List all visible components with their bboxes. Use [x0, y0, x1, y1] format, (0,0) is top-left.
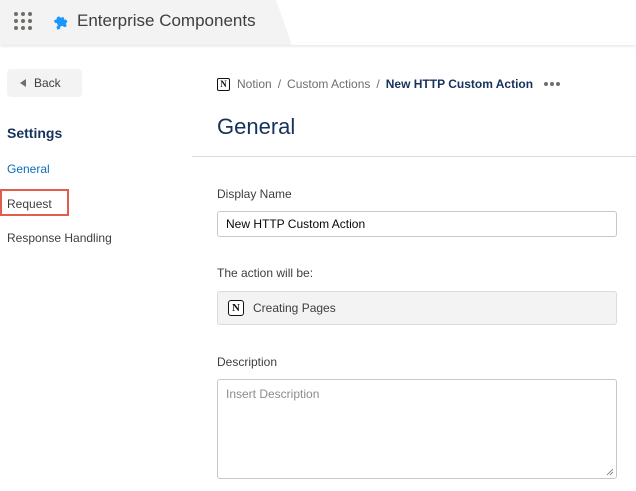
- description-label: Description: [217, 355, 278, 369]
- request-highlight-box: [0, 189, 69, 216]
- action-label: The action will be:: [217, 266, 314, 280]
- app-title: Enterprise Components: [77, 11, 256, 30]
- app-launcher-icon[interactable]: [14, 12, 32, 30]
- puzzle-piece-icon: [53, 16, 68, 30]
- back-button[interactable]: Back: [7, 69, 82, 97]
- top-bar: Enterprise Components: [0, 0, 636, 45]
- breadcrumb: N Notion / Custom Actions / New HTTP Cus…: [217, 76, 561, 92]
- description-textarea[interactable]: Insert Description: [217, 379, 617, 479]
- breadcrumb-item-custom-actions[interactable]: Custom Actions: [287, 77, 370, 91]
- description-placeholder: Insert Description: [226, 387, 320, 401]
- action-value: Creating Pages: [253, 301, 336, 315]
- header-divider: [192, 156, 636, 157]
- settings-heading: Settings: [7, 125, 63, 141]
- notion-icon: N: [217, 77, 230, 91]
- back-button-label: Back: [34, 76, 61, 90]
- breadcrumb-item-notion[interactable]: Notion: [237, 77, 272, 91]
- sidebar-item-general[interactable]: General: [7, 162, 50, 176]
- breadcrumb-separator: /: [376, 77, 380, 91]
- resize-handle-icon[interactable]: [606, 468, 614, 476]
- display-name-input[interactable]: New HTTP Custom Action: [217, 211, 617, 237]
- back-arrow-icon: [20, 79, 26, 87]
- sidebar-item-response-handling[interactable]: Response Handling: [7, 231, 112, 245]
- action-readonly-field: N Creating Pages: [217, 291, 617, 325]
- notion-icon: N: [228, 300, 244, 316]
- page-title: General: [217, 114, 296, 139]
- more-options-icon[interactable]: [544, 82, 561, 86]
- breadcrumb-current: New HTTP Custom Action: [385, 77, 534, 91]
- breadcrumb-separator: /: [277, 77, 282, 91]
- display-name-label: Display Name: [217, 187, 292, 201]
- display-name-value: New HTTP Custom Action: [226, 217, 366, 231]
